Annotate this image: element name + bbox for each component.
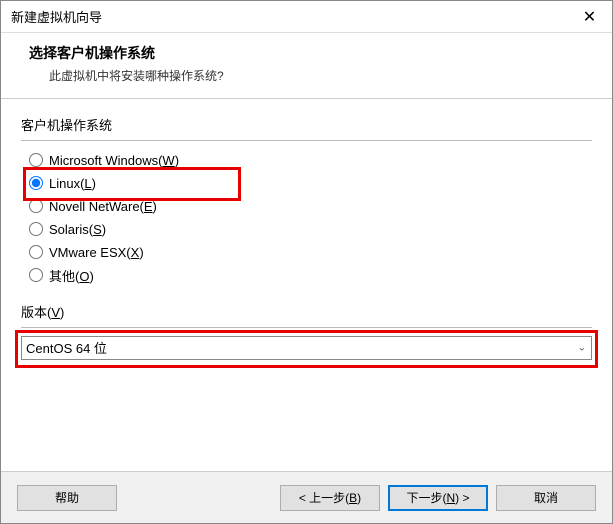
wizard-footer: 帮助 < 上一步(B) 下一步(N) > 取消 xyxy=(1,471,612,523)
os-option-vmware-esx[interactable]: VMware ESX(X) xyxy=(29,241,592,263)
radio-other[interactable] xyxy=(29,268,43,282)
radio-label-vmware-esx[interactable]: VMware ESX(X) xyxy=(49,245,144,260)
radio-linux[interactable] xyxy=(29,176,43,190)
radio-solaris[interactable] xyxy=(29,222,43,236)
radio-novell[interactable] xyxy=(29,199,43,213)
close-icon: ✕ xyxy=(583,7,596,27)
os-group-separator xyxy=(21,140,592,141)
os-option-solaris[interactable]: Solaris(S) xyxy=(29,218,592,240)
version-select[interactable]: CentOS 64 位 xyxy=(21,336,592,360)
page-title: 选择客户机操作系统 xyxy=(29,43,592,63)
os-option-windows[interactable]: Microsoft Windows(W) xyxy=(29,149,592,171)
wizard-header: 选择客户机操作系统 此虚拟机中将安装哪种操作系统? xyxy=(1,33,612,99)
radio-label-windows[interactable]: Microsoft Windows(W) xyxy=(49,153,179,168)
os-option-linux[interactable]: Linux(L) xyxy=(29,172,592,194)
back-button[interactable]: < 上一步(B) xyxy=(280,485,380,511)
cancel-button[interactable]: 取消 xyxy=(496,485,596,511)
help-button[interactable]: 帮助 xyxy=(17,485,117,511)
wizard-window: 新建虚拟机向导 ✕ 选择客户机操作系统 此虚拟机中将安装哪种操作系统? 客户机操… xyxy=(0,0,613,524)
version-label: 版本(V) xyxy=(21,302,592,321)
os-option-other[interactable]: 其他(O) xyxy=(29,264,592,286)
os-option-novell[interactable]: Novell NetWare(E) xyxy=(29,195,592,217)
titlebar: 新建虚拟机向导 ✕ xyxy=(1,1,612,33)
os-radio-group: Microsoft Windows(W) Linux(L) Novell Net… xyxy=(21,149,592,286)
radio-label-linux[interactable]: Linux(L) xyxy=(49,176,96,191)
wizard-content: 客户机操作系统 Microsoft Windows(W) Linux(L) No… xyxy=(1,99,612,370)
radio-windows[interactable] xyxy=(29,153,43,167)
version-select-wrapper: CentOS 64 位 ⌄ xyxy=(21,336,592,360)
os-group-label: 客户机操作系统 xyxy=(21,115,592,134)
next-button[interactable]: 下一步(N) > xyxy=(388,485,488,511)
radio-label-novell[interactable]: Novell NetWare(E) xyxy=(49,199,157,214)
version-separator xyxy=(21,327,592,328)
radio-vmware-esx[interactable] xyxy=(29,245,43,259)
radio-label-other[interactable]: 其他(O) xyxy=(49,266,94,285)
version-section: 版本(V) CentOS 64 位 ⌄ xyxy=(21,302,592,360)
radio-label-solaris[interactable]: Solaris(S) xyxy=(49,222,106,237)
window-title: 新建虚拟机向导 xyxy=(11,7,102,26)
close-button[interactable]: ✕ xyxy=(567,1,612,33)
page-subtitle: 此虚拟机中将安装哪种操作系统? xyxy=(49,67,592,84)
